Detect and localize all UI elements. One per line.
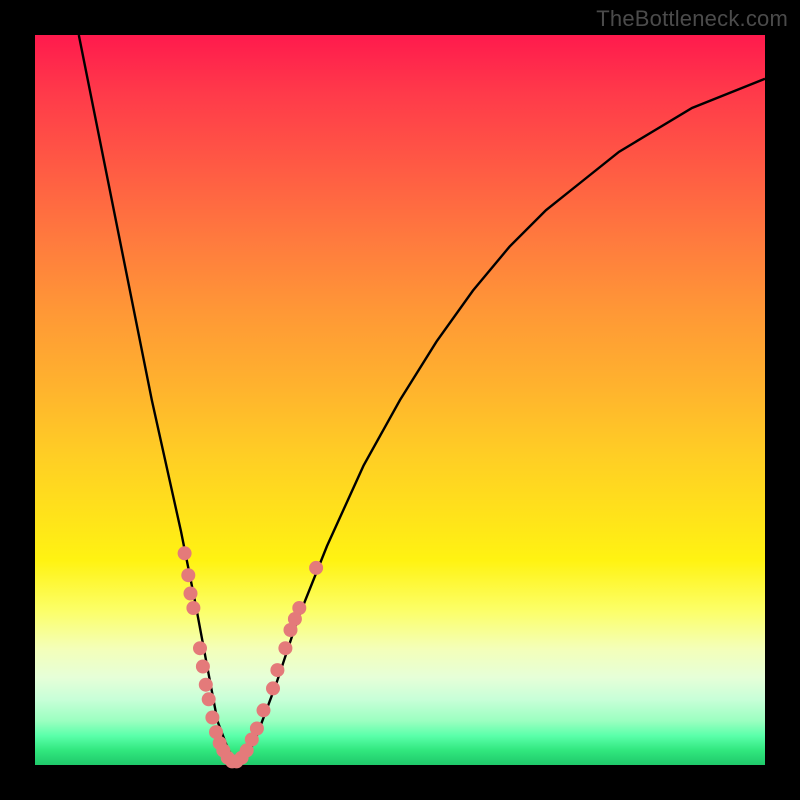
curve-marker — [292, 601, 306, 615]
curve-marker — [205, 711, 219, 725]
bottleneck-curve — [79, 35, 765, 765]
curve-marker — [257, 703, 271, 717]
curve-marker — [270, 663, 284, 677]
curve-marker — [266, 681, 280, 695]
curve-marker — [193, 641, 207, 655]
curve-marker — [250, 722, 264, 736]
curve-marker — [184, 587, 198, 601]
curve-marker — [199, 678, 213, 692]
curve-marker — [309, 561, 323, 575]
curve-marker — [178, 546, 192, 560]
curve-markers — [178, 546, 324, 768]
attribution-text: TheBottleneck.com — [596, 6, 788, 32]
curve-marker — [278, 641, 292, 655]
curve-marker — [181, 568, 195, 582]
curve-marker — [202, 692, 216, 706]
chart-frame: TheBottleneck.com — [0, 0, 800, 800]
chart-overlay — [35, 35, 765, 765]
curve-marker — [186, 601, 200, 615]
curve-marker — [196, 660, 210, 674]
